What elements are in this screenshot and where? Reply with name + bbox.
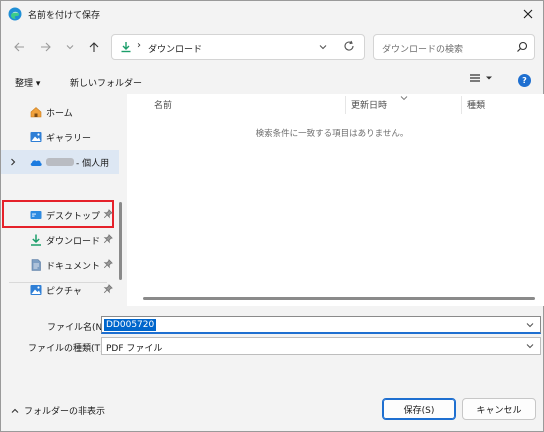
sidebar-item-downloads[interactable]: ダウンロード — [1, 229, 115, 251]
download-icon — [31, 234, 41, 246]
column-separator[interactable] — [461, 96, 462, 114]
sidebar-item-label: ギャラリー — [46, 134, 92, 144]
empty-results-message: 検索条件に一致する項目はありません。 — [255, 129, 409, 139]
breadcrumb-separator-icon: › — [137, 40, 141, 51]
sort-descending-icon — [400, 96, 408, 101]
list-view-icon — [470, 74, 480, 82]
title-bar: 名前を付けて保存 — [1, 1, 543, 27]
filename-value: DD005720 — [104, 319, 157, 331]
refresh-icon[interactable] — [343, 40, 355, 52]
file-list[interactable]: 名前 更新日時 種類 検索条件に一致する項目はありません。 — [127, 94, 544, 306]
pictures-icon — [30, 285, 42, 295]
chevron-down-icon — [526, 344, 534, 349]
chevron-down-icon[interactable] — [318, 42, 328, 52]
home-icon — [30, 107, 42, 118]
filetype-value: PDF ファイル — [106, 344, 163, 354]
sidebar-item-documents[interactable]: ドキュメント — [1, 254, 115, 276]
view-options-button[interactable] — [469, 73, 493, 83]
sidebar-item-label: ドキュメント — [46, 262, 101, 272]
back-button[interactable] — [11, 39, 27, 55]
new-folder-button[interactable]: 新しいフォルダー — [70, 76, 142, 89]
chevron-down-icon — [66, 45, 74, 50]
save-as-dialog: 名前を付けて保存 › ダウンロード ダウンロードの検索 整理 ▾ 新しいフォルダ… — [0, 0, 544, 432]
close-button[interactable] — [517, 4, 539, 24]
hide-folders-toggle[interactable]: フォルダーの非表示 — [11, 404, 105, 417]
search-placeholder: ダウンロードの検索 — [382, 45, 464, 55]
address-bar[interactable]: › ダウンロード — [111, 34, 365, 60]
pin-icon[interactable] — [103, 234, 113, 244]
sidebar-scrollbar[interactable] — [119, 202, 122, 280]
address-path: ダウンロード — [148, 45, 203, 55]
filetype-label: ファイルの種類(T): — [28, 344, 107, 354]
filename-field[interactable]: DD005720 — [101, 316, 541, 334]
sidebar-item-label: デスクトップ — [46, 212, 101, 222]
organize-menu-button[interactable]: 整理 ▾ — [15, 76, 40, 89]
sidebar-item-onedrive[interactable]: - 個人用 — [1, 150, 119, 174]
documents-icon — [31, 259, 41, 271]
forward-button[interactable] — [38, 39, 54, 55]
column-separator[interactable] — [345, 96, 346, 114]
arrow-right-icon — [41, 42, 51, 52]
filetype-select[interactable]: PDF ファイル — [101, 337, 541, 355]
onedrive-cloud-icon — [30, 160, 42, 166]
sidebar-item-pictures[interactable]: ピクチャ — [1, 279, 115, 301]
sidebar-item-label: - 個人用 — [76, 159, 110, 169]
gallery-icon — [30, 132, 42, 142]
edge-browser-icon — [8, 7, 22, 21]
sidebar-item-label: ホーム — [46, 109, 73, 119]
cancel-button[interactable]: キャンセル — [462, 398, 536, 420]
dialog-title: 名前を付けて保存 — [28, 11, 101, 21]
sidebar-item-gallery[interactable]: ギャラリー — [1, 126, 115, 148]
column-header-name[interactable]: 名前 — [154, 98, 172, 111]
sidebar-item-label: ダウンロード — [46, 237, 101, 247]
close-icon — [523, 9, 533, 19]
pin-icon[interactable] — [103, 284, 113, 294]
arrow-left-icon — [14, 42, 24, 52]
pin-icon[interactable] — [103, 209, 113, 219]
column-header-type[interactable]: 種類 — [467, 98, 485, 111]
search-icon — [517, 41, 528, 52]
desktop-icon — [30, 211, 42, 219]
pin-icon[interactable] — [103, 259, 113, 269]
hide-folders-label: フォルダーの非表示 — [24, 407, 106, 417]
search-input[interactable]: ダウンロードの検索 — [373, 34, 535, 60]
account-name-blurred — [46, 158, 74, 166]
chevron-up-icon — [11, 408, 19, 413]
chevron-right-icon[interactable] — [9, 157, 17, 167]
filename-label: ファイル名(N): — [47, 323, 109, 333]
chevron-down-icon — [486, 76, 492, 80]
help-icon[interactable]: ? — [518, 74, 531, 87]
horizontal-scrollbar[interactable] — [143, 297, 535, 300]
recent-locations-button[interactable] — [62, 39, 78, 55]
download-icon — [121, 42, 131, 53]
sidebar-item-desktop[interactable]: デスクトップ — [1, 204, 115, 226]
save-button[interactable]: 保存(S) — [382, 398, 456, 420]
up-button[interactable] — [86, 39, 102, 55]
sidebar-item-home[interactable]: ホーム — [1, 101, 115, 123]
chevron-down-icon[interactable] — [525, 320, 535, 330]
sidebar-item-label: ピクチャ — [46, 287, 82, 297]
column-header-modified[interactable]: 更新日時 — [351, 98, 387, 111]
arrow-up-icon — [89, 42, 99, 52]
